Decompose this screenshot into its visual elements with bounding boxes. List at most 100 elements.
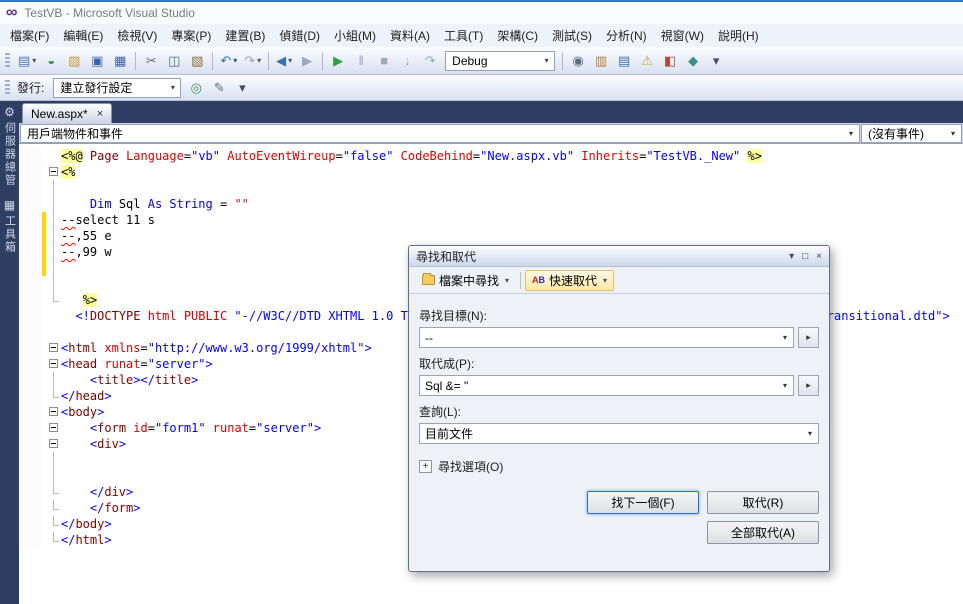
- chevron-down-icon[interactable]: ▾: [777, 381, 793, 390]
- outlining-margin[interactable]: [46, 340, 61, 356]
- toolbar-overflow-button[interactable]: ▾: [705, 50, 727, 72]
- dialog-menu-icon[interactable]: ▾: [789, 251, 794, 262]
- breakpoint-margin[interactable]: [19, 340, 42, 356]
- save-all-button[interactable]: ▦: [109, 50, 131, 72]
- code-line[interactable]: <%: [19, 164, 963, 180]
- breakpoint-margin[interactable]: [19, 516, 42, 532]
- breakpoint-margin[interactable]: [19, 420, 42, 436]
- new-project-button[interactable]: ▤ ▾: [15, 50, 39, 72]
- replace-expression-button[interactable]: ▸: [798, 375, 819, 396]
- sidebar-tab-server-explorer[interactable]: ⚙ 伺服器總管: [2, 101, 18, 194]
- breakpoint-margin[interactable]: [19, 388, 42, 404]
- events-dropdown[interactable]: (沒有事件) ▾: [861, 124, 962, 143]
- chevron-down-icon[interactable]: ▾: [777, 333, 793, 342]
- chevron-down-icon[interactable]: ▾: [802, 429, 818, 438]
- breakpoint-margin[interactable]: [19, 244, 42, 260]
- menu-item[interactable]: 小組(M): [327, 24, 383, 47]
- collapse-box-icon[interactable]: [49, 167, 58, 176]
- publish-overflow-button[interactable]: ▾: [231, 77, 253, 99]
- code-line[interactable]: --select 11 s: [19, 212, 963, 228]
- tab-close-icon[interactable]: ×: [97, 108, 103, 120]
- open-web-button[interactable]: ◒: [40, 50, 62, 72]
- redo-button[interactable]: ↷ ▾: [241, 50, 264, 72]
- toolbar-grip[interactable]: [5, 52, 10, 69]
- breakpoint-margin[interactable]: [19, 260, 42, 276]
- toolbar-grip[interactable]: [5, 79, 10, 96]
- outlining-margin[interactable]: [46, 164, 61, 180]
- navigate-forward-button[interactable]: ▶: [296, 50, 318, 72]
- break-all-button[interactable]: ‖: [350, 50, 372, 72]
- breakpoint-margin[interactable]: [19, 292, 42, 308]
- breakpoint-margin[interactable]: [19, 196, 42, 212]
- breakpoint-margin[interactable]: [19, 468, 42, 484]
- find-in-files-button[interactable]: 檔案中尋找 ▾: [415, 270, 516, 291]
- dialog-float-icon[interactable]: □: [802, 251, 808, 262]
- error-list-button[interactable]: ⚠: [636, 50, 658, 72]
- breakpoint-margin[interactable]: [19, 212, 42, 228]
- collapse-box-icon[interactable]: [49, 407, 58, 416]
- extensions-button[interactable]: ◆: [682, 50, 704, 72]
- breakpoint-margin[interactable]: [19, 324, 42, 340]
- outlining-margin[interactable]: [46, 404, 61, 420]
- breakpoint-margin[interactable]: [19, 532, 42, 548]
- quick-replace-button[interactable]: AB 快速取代 ▾: [525, 269, 615, 291]
- chevron-down-icon[interactable]: ▾: [603, 276, 607, 285]
- publish-settings-button[interactable]: ✎: [208, 77, 230, 99]
- code-line[interactable]: <%@ Page Language="vb" AutoEventWireup="…: [19, 148, 963, 164]
- chevron-down-icon[interactable]: ▾: [233, 56, 237, 65]
- navigate-back-button[interactable]: ◀ ▾: [273, 50, 295, 72]
- outlining-margin[interactable]: [46, 436, 61, 452]
- code-line[interactable]: [19, 180, 963, 196]
- menu-item[interactable]: 檔案(F): [3, 24, 56, 47]
- collapse-box-icon[interactable]: [49, 439, 58, 448]
- menu-item[interactable]: 視窗(W): [654, 24, 711, 47]
- breakpoint-margin[interactable]: [19, 148, 42, 164]
- document-tab-newaspx[interactable]: New.aspx* ×: [22, 103, 113, 123]
- properties-window-button[interactable]: ▤: [613, 50, 635, 72]
- breakpoint-margin[interactable]: [19, 484, 42, 500]
- step-into-button[interactable]: ↓: [396, 50, 418, 72]
- publish-button[interactable]: ◎: [185, 77, 207, 99]
- chevron-down-icon[interactable]: ▾: [843, 129, 859, 138]
- undo-button[interactable]: ↶ ▾: [217, 50, 240, 72]
- find-options-expander[interactable]: +: [419, 460, 432, 473]
- dialog-close-icon[interactable]: ×: [816, 251, 822, 262]
- chevron-down-icon[interactable]: ▾: [539, 56, 554, 65]
- collapse-box-icon[interactable]: [49, 343, 58, 352]
- menu-item[interactable]: 資料(A): [383, 24, 437, 47]
- find-what-combobox[interactable]: -- ▾: [419, 327, 794, 348]
- dialog-title-bar[interactable]: 尋找和取代 ▾ □ ×: [409, 246, 829, 267]
- breakpoint-margin[interactable]: [19, 452, 42, 468]
- toolbox-tool-button[interactable]: ◧: [659, 50, 681, 72]
- collapse-box-icon[interactable]: [49, 423, 58, 432]
- cut-button[interactable]: ✂: [140, 50, 162, 72]
- breakpoint-margin[interactable]: [19, 436, 42, 452]
- replace-with-combobox[interactable]: Sql &= " ▾: [419, 375, 794, 396]
- menu-item[interactable]: 檢視(V): [110, 24, 164, 47]
- code-line[interactable]: Dim Sql As String = "": [19, 196, 963, 212]
- replace-button[interactable]: 取代(R): [707, 491, 819, 514]
- chevron-down-icon[interactable]: ▾: [288, 56, 292, 65]
- breakpoint-margin[interactable]: [19, 308, 42, 324]
- look-in-combobox[interactable]: 目前文件 ▾: [419, 423, 819, 444]
- debug-target-combo[interactable]: Debug ▾: [445, 50, 556, 71]
- paste-button[interactable]: ▧: [186, 50, 208, 72]
- stop-debug-button[interactable]: ■: [373, 50, 395, 72]
- breakpoint-margin[interactable]: [19, 372, 42, 388]
- sidebar-tab-toolbox[interactable]: ▦ 工具箱: [2, 194, 18, 261]
- find-next-button[interactable]: 找下一個(F): [587, 491, 699, 514]
- open-file-button[interactable]: ▨: [63, 50, 85, 72]
- replace-all-button[interactable]: 全部取代(A): [707, 521, 819, 544]
- chevron-down-icon[interactable]: ▾: [32, 56, 36, 65]
- title-bar[interactable]: ∞ TestVB - Microsoft Visual Studio: [0, 2, 963, 24]
- save-button[interactable]: ▣: [86, 50, 108, 72]
- publish-profile-combo[interactable]: 建立發行設定 ▾: [53, 77, 182, 98]
- breakpoint-margin[interactable]: [19, 404, 42, 420]
- menu-item[interactable]: 建置(B): [218, 24, 272, 47]
- chevron-down-icon[interactable]: ▾: [165, 83, 180, 92]
- outlining-margin[interactable]: [46, 356, 61, 372]
- chevron-down-icon[interactable]: ▾: [505, 276, 509, 285]
- find-expression-button[interactable]: ▸: [798, 327, 819, 348]
- menu-item[interactable]: 編輯(E): [56, 24, 110, 47]
- menu-item[interactable]: 工具(T): [437, 24, 490, 47]
